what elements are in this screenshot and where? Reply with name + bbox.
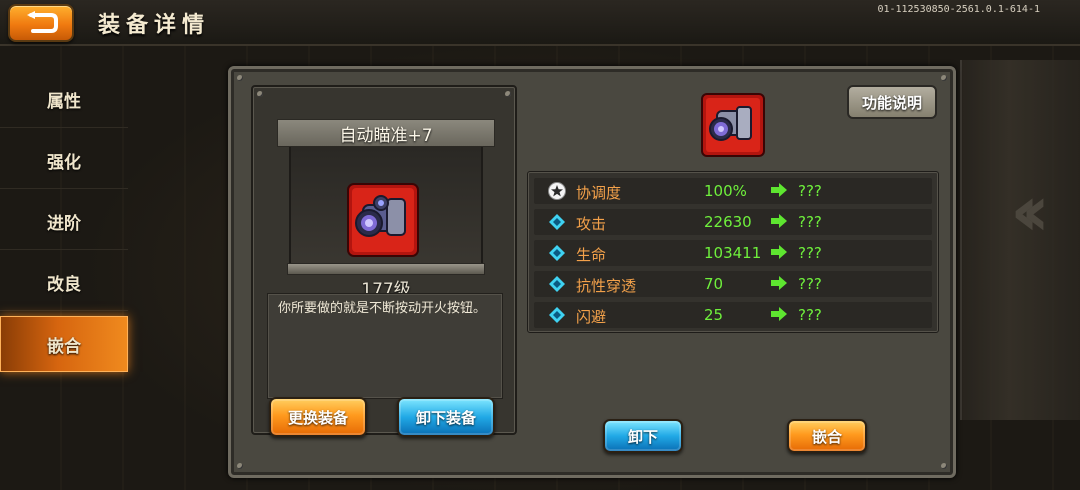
stat-next-value: ??? bbox=[798, 306, 822, 324]
sidebar-item-attributes[interactable]: 属性 bbox=[0, 72, 128, 128]
stat-name: 攻击 bbox=[576, 215, 607, 233]
stat-value: 103411 bbox=[704, 244, 762, 262]
background-chevron-decoration: ‹‹ bbox=[1010, 170, 1049, 252]
stat-name: 闪避 bbox=[576, 308, 607, 326]
stat-row-resistance-penetration: 抗性穿透 70 ??? bbox=[534, 271, 932, 297]
sidebar-item-label: 嵌合 bbox=[47, 336, 81, 357]
stat-next-value: ??? bbox=[798, 275, 822, 293]
arrow-right-icon bbox=[771, 276, 787, 290]
stat-row-dodge: 闪避 25 ??? bbox=[534, 302, 932, 328]
diamond-icon bbox=[548, 244, 566, 262]
unequip-button[interactable]: 卸下装备 bbox=[397, 397, 495, 437]
bolt-decoration bbox=[237, 463, 243, 469]
equipment-detail-panel: 自动瞄准+7 177级 你所要做的就是不断按动开火按钮。 更换装备 卸下装备 功… bbox=[228, 66, 956, 478]
item-pedestal bbox=[287, 263, 485, 275]
sidebar-item-label: 强化 bbox=[47, 153, 81, 173]
page-title: 装备详情 bbox=[98, 13, 211, 38]
scope-equipment-icon[interactable] bbox=[347, 183, 419, 257]
arrow-right-icon bbox=[771, 214, 787, 228]
stat-value: 70 bbox=[704, 275, 724, 293]
embed-button[interactable]: 嵌合 bbox=[787, 419, 867, 453]
bolt-decoration bbox=[257, 91, 263, 97]
stat-next-value: ??? bbox=[798, 244, 822, 262]
arrow-right-icon bbox=[771, 183, 787, 197]
stat-name: 生命 bbox=[576, 246, 607, 264]
diamond-icon bbox=[548, 306, 566, 324]
item-description: 你所要做的就是不断按动开火按钮。 bbox=[267, 293, 503, 399]
arrow-right-icon bbox=[771, 245, 787, 259]
stats-panel: 协调度 100% ??? 攻击 22630 ??? 生命 103411 ??? bbox=[527, 171, 939, 333]
stat-value: 25 bbox=[704, 306, 724, 324]
sidebar-item-label: 改良 bbox=[47, 275, 81, 295]
function-info-button[interactable]: 功能说明 bbox=[847, 85, 937, 119]
stat-value: 100% bbox=[704, 182, 747, 200]
replace-equipment-button[interactable]: 更换装备 bbox=[269, 397, 367, 437]
stat-row-health: 生命 103411 ??? bbox=[534, 240, 932, 266]
top-bar: 装备详情 01-112530850-2561.0.1-614-1 bbox=[0, 0, 1080, 46]
stat-next-value: ??? bbox=[798, 213, 822, 231]
stat-name: 协调度 bbox=[576, 184, 622, 202]
sidebar-item-advance[interactable]: 进阶 bbox=[0, 194, 128, 250]
sidebar-item-label: 进阶 bbox=[47, 214, 81, 234]
item-name: 自动瞄准+7 bbox=[277, 119, 495, 147]
sidebar-item-improve[interactable]: 改良 bbox=[0, 255, 128, 311]
sidebar-item-embed[interactable]: 嵌合 bbox=[0, 316, 128, 372]
version-label: 01-112530850-2561.0.1-614-1 bbox=[877, 4, 1040, 15]
stat-next-value: ??? bbox=[798, 182, 822, 200]
back-button[interactable] bbox=[8, 4, 74, 42]
remove-button[interactable]: 卸下 bbox=[603, 419, 683, 453]
stat-value: 22630 bbox=[704, 213, 752, 231]
item-card: 自动瞄准+7 177级 你所要做的就是不断按动开火按钮。 bbox=[251, 85, 517, 435]
item-level: 177级 bbox=[361, 280, 411, 300]
sidebar: 属性 强化 进阶 改良 嵌合 bbox=[0, 72, 128, 382]
stat-row-attack: 攻击 22630 ??? bbox=[534, 209, 932, 235]
arrow-right-icon bbox=[771, 307, 787, 321]
sidebar-item-enhance[interactable]: 强化 bbox=[0, 133, 128, 189]
back-arrow-icon bbox=[27, 11, 58, 33]
bolt-decoration bbox=[505, 91, 511, 97]
stat-row-coordination: 协调度 100% ??? bbox=[534, 178, 932, 204]
stat-name: 抗性穿透 bbox=[576, 277, 637, 295]
star-icon bbox=[548, 182, 566, 200]
scope-equipment-small-icon bbox=[701, 93, 765, 157]
diamond-icon bbox=[548, 213, 566, 231]
diamond-icon bbox=[548, 275, 566, 293]
bolt-decoration bbox=[941, 75, 947, 81]
bolt-decoration bbox=[237, 75, 243, 81]
sidebar-item-label: 属性 bbox=[47, 92, 81, 112]
bolt-decoration bbox=[941, 463, 947, 469]
